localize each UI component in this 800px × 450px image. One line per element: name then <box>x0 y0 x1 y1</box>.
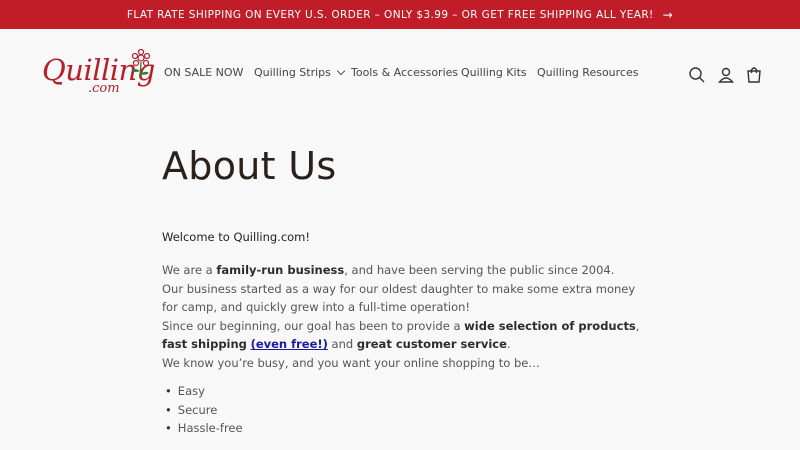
announcement-text: FLAT RATE SHIPPING ON EVERY U.S. ORDER –… <box>126 8 654 21</box>
arrow-right-icon: → <box>662 7 674 22</box>
cart-icon[interactable] <box>744 65 764 85</box>
free-shipping-link[interactable]: (even free!) <box>251 337 328 351</box>
nav-item-quilling-strips[interactable]: Quilling Strips <box>254 66 346 79</box>
about-content: About Us Welcome to Quilling.com! We are… <box>162 144 652 435</box>
site-header: Quilling .com ON SALE NOW Quilling Strip… <box>0 29 800 124</box>
account-icon[interactable] <box>716 65 736 85</box>
list-item: Secure <box>165 401 243 420</box>
welcome-text: Welcome to Quilling.com! <box>162 230 310 244</box>
logo-suffix: .com <box>88 81 120 96</box>
nav-item-tools-accessories[interactable]: Tools & Accessories <box>351 66 458 79</box>
history-line: Our business started as a way for our ol… <box>162 281 636 315</box>
nav-item-label: Quilling Strips <box>254 66 331 79</box>
chevron-down-icon <box>336 66 346 76</box>
announcement-bar[interactable]: FLAT RATE SHIPPING ON EVERY U.S. ORDER –… <box>0 0 800 29</box>
flower-icon <box>131 49 151 79</box>
list-item: Easy <box>165 382 243 401</box>
search-icon[interactable] <box>687 65 707 85</box>
about-paragraph: We are a family-run business, and have b… <box>162 261 652 373</box>
list-item: Hassle-free <box>165 419 243 438</box>
nav-item-on-sale[interactable]: ON SALE NOW <box>164 66 243 79</box>
nav-item-quilling-kits[interactable]: Quilling Kits <box>461 66 527 79</box>
intro-line: We are a family-run business, and have b… <box>162 263 615 277</box>
page-title: About Us <box>162 144 337 188</box>
shopping-benefits-list: Easy Secure Hassle-free <box>165 382 243 438</box>
goal-line: Since our beginning, our goal has been t… <box>162 318 640 352</box>
busy-line: We know you’re busy, and you want your o… <box>162 355 540 370</box>
nav-item-quilling-resources[interactable]: Quilling Resources <box>537 66 638 79</box>
site-logo[interactable]: Quilling .com <box>40 49 155 101</box>
